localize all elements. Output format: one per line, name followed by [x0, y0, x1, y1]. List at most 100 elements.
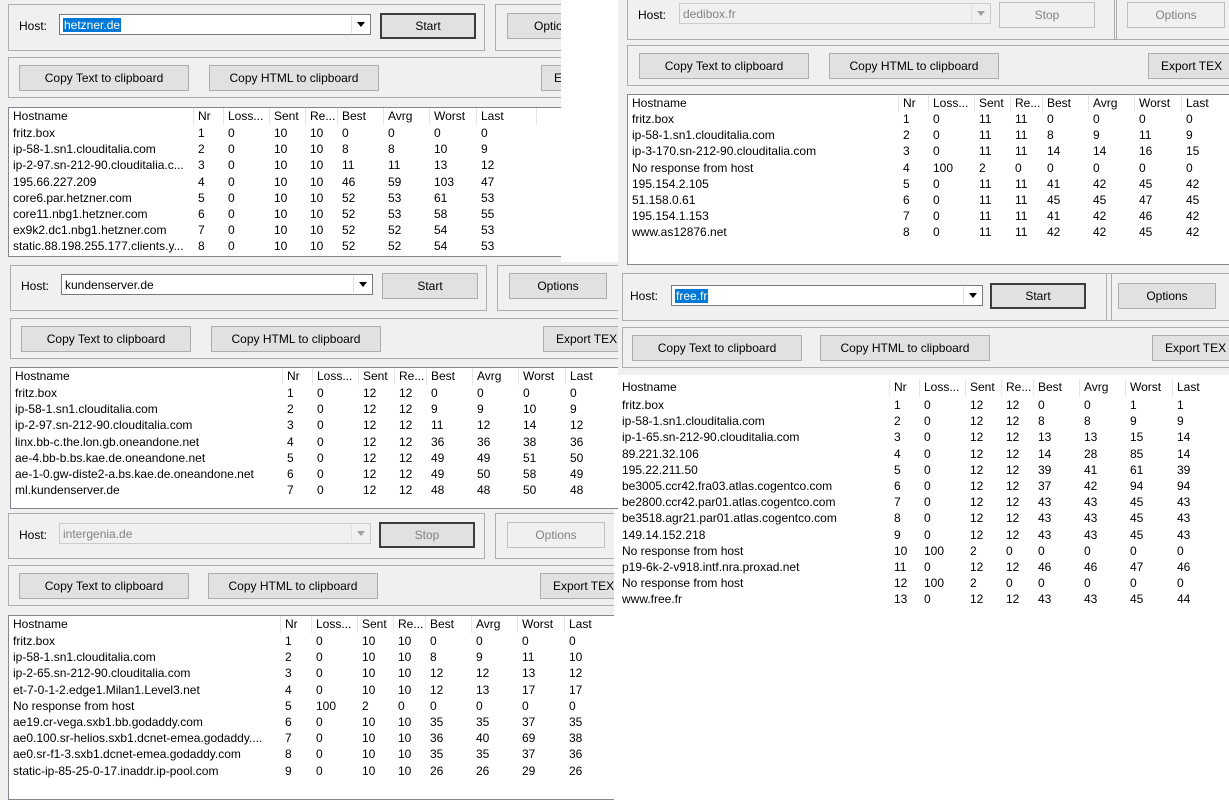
table-row[interactable]: ip-1-65.sn-212-90.clouditalia.com 3 0 12 12 1… [618, 429, 1229, 445]
trace-table[interactable]: Hostname Nr Loss... Sent Re... Best Avrg Worst L… [618, 375, 1229, 800]
trace-table[interactable]: Hostname Nr Loss... Sent Re... Best Avrg Worst L… [8, 107, 561, 257]
host-combobox[interactable]: dedibox.fr [679, 3, 991, 24]
column-header[interactable]: Worst [430, 108, 477, 125]
column-header[interactable]: Last [566, 368, 620, 385]
column-header[interactable]: Best [1034, 379, 1080, 396]
table-row[interactable]: be2800.ccr42.par01.atlas.cogentco.com 7 0 1… [618, 494, 1229, 510]
column-header[interactable]: Re... [1011, 95, 1043, 112]
table-row[interactable]: ip-58-1.sn1.clouditalia.com 2 0 12 12 9 9 10 9 [11, 401, 620, 417]
table-row[interactable]: 195.154.2.105 5 0 11 11 41 42 45 42 [628, 176, 1229, 192]
table-row[interactable]: www.as12876.net 8 0 11 11 42 42 45 42 [628, 224, 1229, 240]
table-row[interactable]: ae-1-0.gw-diste2-a.bs.kae.de.oneandone.n… [11, 466, 620, 482]
table-row[interactable]: ae0.sr-f1-3.sxb1.dcnet-emea.godaddy.com 8… [9, 746, 614, 762]
export-tex-button[interactable]: E [541, 65, 561, 91]
column-header[interactable]: Sent [975, 95, 1011, 112]
column-header[interactable]: Hostname [618, 379, 890, 396]
column-header[interactable]: Hostname [11, 368, 283, 385]
host-combobox[interactable]: free.fr [671, 285, 983, 306]
table-row[interactable]: core6.par.hetzner.com 5 0 10 10 52 53 61 53 [9, 190, 561, 206]
column-header[interactable]: Re... [394, 616, 426, 633]
table-row[interactable]: ip-3-170.sn-212-90.clouditalia.com 3 0 11 11… [628, 143, 1229, 159]
trace-table[interactable]: Hostname Nr Loss... Sent Re... Best Avrg Worst L… [627, 94, 1229, 265]
table-row[interactable]: fritz.box 1 0 10 10 0 0 0 0 [9, 125, 561, 141]
column-header[interactable]: Sent [359, 368, 395, 385]
column-header[interactable]: Loss... [313, 368, 359, 385]
table-row[interactable]: fritz.box 1 0 12 12 0 0 0 0 [11, 385, 620, 401]
column-header[interactable]: Sent [358, 616, 394, 633]
table-row[interactable]: static.88.198.255.177.clients.y... 8 0 10 10… [9, 238, 561, 254]
options-button[interactable]: Options [507, 522, 605, 548]
export-tex-button[interactable]: Export TEX [1152, 335, 1229, 361]
table-row[interactable]: be3005.ccr42.fra03.atlas.cogentco.com 6 0 1… [618, 478, 1229, 494]
table-row[interactable]: 51.158.0.61 6 0 11 11 45 45 47 45 [628, 192, 1229, 208]
column-header[interactable]: Last [1182, 95, 1229, 112]
options-button[interactable]: Optio [507, 13, 561, 39]
column-header[interactable]: Worst [1135, 95, 1182, 112]
copy-html-button[interactable]: Copy HTML to clipboard [820, 335, 990, 361]
table-row[interactable]: ex9k2.dc1.nbg1.hetzner.com 7 0 10 10 52 52 54 53 [9, 222, 561, 238]
host-value[interactable]: hetzner.de [63, 18, 122, 32]
table-row[interactable]: 195.154.1.153 7 0 11 11 41 42 46 42 [628, 208, 1229, 224]
table-row[interactable]: ip-58-1.sn1.clouditalia.com 2 0 10 10 8 8 10 9 [9, 141, 561, 157]
table-row[interactable]: be3518.agr21.par01.atlas.cogentco.com 8 0 1… [618, 510, 1229, 526]
copy-html-button[interactable]: Copy HTML to clipboard [208, 573, 378, 599]
start-button[interactable]: Start [990, 283, 1086, 309]
column-header[interactable]: Avrg [472, 616, 518, 633]
dropdown-arrow-icon[interactable] [351, 16, 369, 33]
table-row[interactable]: 195.22.211.50 5 0 12 12 39 41 61 39 [618, 462, 1229, 478]
table-row[interactable]: ip-58-1.sn1.clouditalia.com 2 0 10 10 8 9 11 10 [9, 649, 614, 665]
column-header[interactable]: Worst [1126, 379, 1173, 396]
column-header[interactable]: Nr [899, 95, 929, 112]
copy-html-button[interactable]: Copy HTML to clipboard [829, 53, 999, 79]
table-row[interactable]: ml.kundenserver.de 7 0 12 12 48 48 50 48 [11, 482, 620, 498]
table-row[interactable]: p19-6k-2-v918.intf.nra.proxad.net 11 0 12 12… [618, 559, 1229, 575]
copy-text-button[interactable]: Copy Text to clipboard [21, 326, 191, 352]
table-row[interactable]: No response from host 12 100 2 0 0 0 0 0 [618, 575, 1229, 591]
dropdown-arrow-icon[interactable] [963, 287, 981, 304]
copy-text-button[interactable]: Copy Text to clipboard [639, 53, 809, 79]
column-header[interactable]: Last [565, 616, 614, 633]
column-header[interactable]: Avrg [384, 108, 430, 125]
table-row[interactable]: 195.66.227.209 4 0 10 10 46 59 103 47 [9, 174, 561, 190]
host-value[interactable]: intergenia.de [63, 527, 132, 541]
host-combobox[interactable]: intergenia.de [59, 523, 371, 544]
dropdown-arrow-icon[interactable] [351, 525, 369, 542]
export-tex-button[interactable]: Export TEX [543, 326, 620, 352]
column-header[interactable]: Re... [395, 368, 427, 385]
table-row[interactable]: ip-2-97.sn-212-90.clouditalia.c... 3 0 10 10… [9, 157, 561, 173]
table-row[interactable]: 89.221.32.106 4 0 12 12 14 28 85 14 [618, 446, 1229, 462]
column-header[interactable]: Best [426, 616, 472, 633]
host-value[interactable]: kundenserver.de [65, 278, 154, 292]
table-row[interactable]: www.free.fr 13 0 12 12 43 43 45 44 [618, 591, 1229, 607]
column-header[interactable]: Best [1043, 95, 1089, 112]
copy-text-button[interactable]: Copy Text to clipboard [632, 335, 802, 361]
options-button[interactable]: Options [1127, 2, 1225, 28]
column-header[interactable]: Best [427, 368, 473, 385]
export-tex-button[interactable]: Export TEX [1148, 53, 1229, 79]
table-row[interactable]: ip-2-65.sn-212-90.clouditalia.com 3 0 10 10 1… [9, 665, 614, 681]
column-header[interactable]: Avrg [1080, 379, 1126, 396]
column-header[interactable]: Hostname [9, 616, 281, 633]
table-row[interactable]: No response from host 5 100 2 0 0 0 0 0 [9, 698, 614, 714]
dropdown-arrow-icon[interactable] [971, 5, 989, 22]
options-button[interactable]: Options [509, 273, 607, 299]
table-row[interactable]: ip-58-1.sn1.clouditalia.com 2 0 11 11 8 9 11 9 [628, 127, 1229, 143]
column-header[interactable]: Last [477, 108, 537, 125]
table-row[interactable]: 149.14.152.218 9 0 12 12 43 43 45 43 [618, 527, 1229, 543]
column-header[interactable]: Loss... [920, 379, 966, 396]
column-header[interactable]: Nr [194, 108, 224, 125]
column-header[interactable]: Nr [890, 379, 920, 396]
stop-button[interactable]: Stop [999, 2, 1095, 28]
column-header[interactable]: Loss... [929, 95, 975, 112]
column-header[interactable]: Loss... [312, 616, 358, 633]
table-row[interactable]: linx.bb-c.the.lon.gb.oneandone.net 4 0 12 12… [11, 434, 620, 450]
table-row[interactable]: ae19.cr-vega.sxb1.bb.godaddy.com 6 0 10 10 35… [9, 714, 614, 730]
stop-button[interactable]: Stop [379, 522, 475, 548]
trace-table[interactable]: Hostname Nr Loss... Sent Re... Best Avrg Worst L… [8, 615, 614, 800]
table-row[interactable]: ae0.100.sr-helios.sxb1.dcnet-emea.godadd… [9, 730, 614, 746]
column-header[interactable]: Sent [966, 379, 1002, 396]
column-header[interactable]: Nr [283, 368, 313, 385]
table-row[interactable]: fritz.box 1 0 11 11 0 0 0 0 [628, 111, 1229, 127]
host-combobox[interactable]: kundenserver.de [61, 274, 373, 295]
table-row[interactable]: No response from host 4 100 2 0 0 0 0 0 [628, 160, 1229, 176]
